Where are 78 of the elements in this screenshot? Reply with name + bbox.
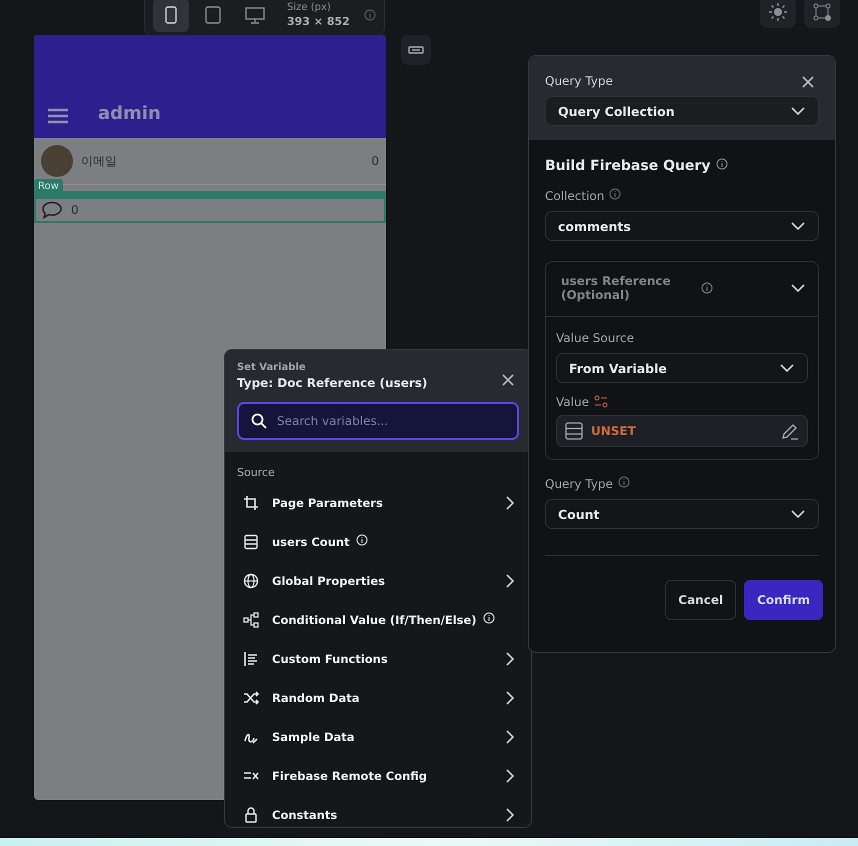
chevron-down-icon <box>790 221 806 231</box>
info-icon <box>716 158 728 170</box>
sun-icon <box>769 3 787 21</box>
query-type-label: Query Type <box>545 476 613 490</box>
comment-count: 0 <box>71 203 79 217</box>
chevron-right-icon <box>505 806 515 822</box>
lock-icon <box>243 806 259 822</box>
info-icon <box>356 534 368 546</box>
source-item[interactable]: Custom Functions <box>225 639 531 678</box>
theme-button[interactable] <box>760 0 796 28</box>
search-icon <box>251 413 267 429</box>
value-source-label: Value Source <box>556 331 634 345</box>
row-badge: Row <box>34 179 63 194</box>
monitor-icon <box>245 5 265 25</box>
tablet-icon <box>203 5 223 25</box>
chevron-down-icon <box>790 106 806 116</box>
source-item[interactable]: Global Properties <box>225 561 531 600</box>
close-icon[interactable] <box>801 75 815 89</box>
variable-type: Type: Doc Reference (users) <box>237 376 428 390</box>
source-item[interactable]: Page Parameters <box>225 483 531 522</box>
collection-label: Collection <box>545 188 604 202</box>
info-icon <box>364 8 376 20</box>
value-label: Value <box>556 395 589 409</box>
confirm-button[interactable]: Confirm <box>744 580 823 620</box>
menu-icon[interactable] <box>48 108 68 124</box>
size-value: 393 × 852 <box>287 15 350 29</box>
count-text: 0 <box>371 154 379 168</box>
panel-heading: Set Variable <box>237 362 306 373</box>
close-icon[interactable] <box>501 373 515 387</box>
toggle-button[interactable] <box>401 35 431 65</box>
source-item[interactable]: Sample Data <box>225 717 531 756</box>
query-type-label: Query Type <box>545 74 613 88</box>
query-type-dropdown[interactable]: Query Collection <box>545 96 819 126</box>
section-label: Source <box>236 465 276 481</box>
database-icon <box>243 534 259 550</box>
device-button[interactable] <box>153 0 189 32</box>
source-item[interactable]: Conditional Value (If/Then/Else) <box>225 600 531 639</box>
source-item[interactable]: users Count <box>225 522 531 561</box>
avatar-photo <box>41 145 73 177</box>
info-icon <box>609 188 622 200</box>
chevron-right-icon <box>505 728 515 744</box>
speech-bubble-icon <box>41 201 63 219</box>
result-type-dropdown[interactable]: Count <box>545 499 819 529</box>
reference-header[interactable]: users Reference (Optional) <box>546 262 818 317</box>
cancel-button[interactable]: Cancel <box>665 580 736 620</box>
size-label: Size (px) <box>287 1 332 15</box>
section-heading: Build Firebase Query <box>545 158 710 174</box>
email-label: 이메일 <box>81 152 118 170</box>
shuffle-icon <box>243 690 259 706</box>
collection-dropdown[interactable]: comments <box>545 211 819 241</box>
info-icon <box>482 612 495 624</box>
value-field[interactable]: UNSET <box>556 415 808 447</box>
chevron-down-icon <box>790 283 806 293</box>
chevron-right-icon <box>505 690 515 706</box>
value-source-dropdown[interactable]: From Variable <box>556 353 808 383</box>
chevron-right-icon <box>505 650 515 666</box>
crop-frame-icon <box>243 494 259 510</box>
database-icon <box>565 422 583 440</box>
info-icon <box>618 476 630 488</box>
function-list-icon <box>243 650 259 666</box>
chevron-right-icon <box>505 768 515 784</box>
structure-button[interactable] <box>804 0 840 28</box>
sliders-icon <box>594 395 608 409</box>
app-title: admin <box>98 103 161 124</box>
node-graph-icon <box>813 3 831 21</box>
source-item[interactable]: Constants <box>225 795 531 827</box>
chevron-down-icon <box>790 509 806 519</box>
toggle-icon <box>408 46 424 54</box>
info-icon <box>701 282 713 294</box>
search-field[interactable]: Search variables... <box>237 402 519 440</box>
pencil-icon[interactable] <box>781 422 799 440</box>
chevron-right-icon <box>505 572 515 588</box>
source-item[interactable]: Random Data <box>225 678 531 717</box>
branch-icon <box>243 612 259 628</box>
chevron-right-icon <box>505 494 515 510</box>
chevron-down-icon <box>779 363 795 373</box>
source-item[interactable]: Firebase Remote Config <box>225 756 531 795</box>
globe-icon <box>243 572 259 588</box>
